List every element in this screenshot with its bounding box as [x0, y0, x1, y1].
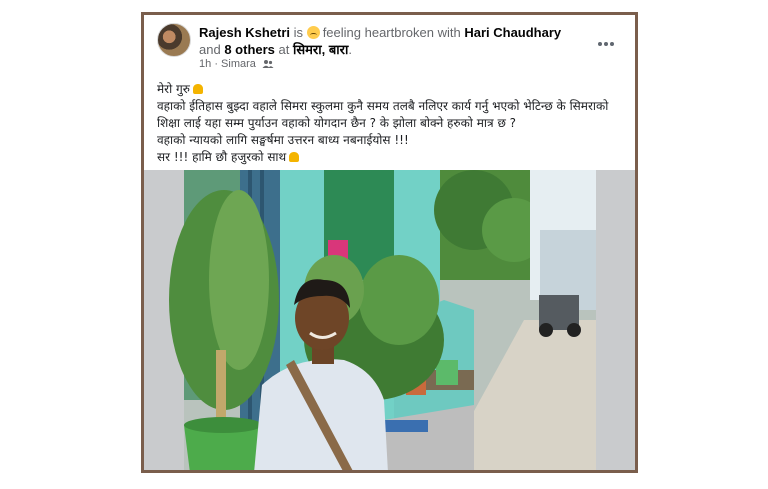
more-options-icon[interactable]	[597, 31, 615, 50]
message-line-4: सर !!! हामि छौ हजुरको साथ	[157, 149, 627, 166]
post-place: Simara	[221, 58, 256, 70]
message-line-2: वहाको ईतिहास बुझ्दा वहाले सिमरा स्कुलमा …	[157, 99, 609, 130]
period-text: .	[348, 42, 352, 57]
sad-face-icon	[306, 26, 320, 39]
message-line-1: मेरो गुरु	[157, 81, 627, 98]
post-header: Rajesh Kshetri is feeling heartbroken wi…	[144, 15, 635, 77]
feeling-text: feeling heartbroken with	[322, 25, 461, 40]
post-meta: 1h · Simara	[199, 58, 274, 70]
author-avatar[interactable]	[157, 23, 191, 57]
others-link[interactable]: 8 others	[224, 42, 275, 57]
photo-scene	[144, 170, 635, 470]
author-name[interactable]: Rajesh Kshetri	[199, 25, 290, 40]
post-card: Rajesh Kshetri is feeling heartbroken wi…	[141, 12, 638, 473]
location-link[interactable]: सिमरा, बारा	[293, 42, 348, 57]
friends-icon[interactable]	[262, 59, 274, 69]
post-photo[interactable]	[144, 170, 635, 470]
post-attribution: Rajesh Kshetri is feeling heartbroken wi…	[199, 24, 579, 58]
post-message: मेरो गुरु वहाको ईतिहास बुझ्दा वहाले सिमर…	[157, 81, 627, 166]
folded-hands-icon	[192, 84, 203, 94]
and-text: and	[199, 42, 221, 57]
is-text: is	[293, 25, 304, 40]
message-line-3: वहाको न्यायको लागि सङ्घर्षमा उत्तरन बाध्…	[157, 133, 409, 147]
folded-hands-icon	[289, 152, 300, 162]
post-time[interactable]: 1h	[199, 58, 211, 70]
tagged-friend[interactable]: Hari Chaudhary	[464, 25, 561, 40]
meta-separator: ·	[214, 58, 218, 70]
at-text: at	[278, 42, 290, 57]
